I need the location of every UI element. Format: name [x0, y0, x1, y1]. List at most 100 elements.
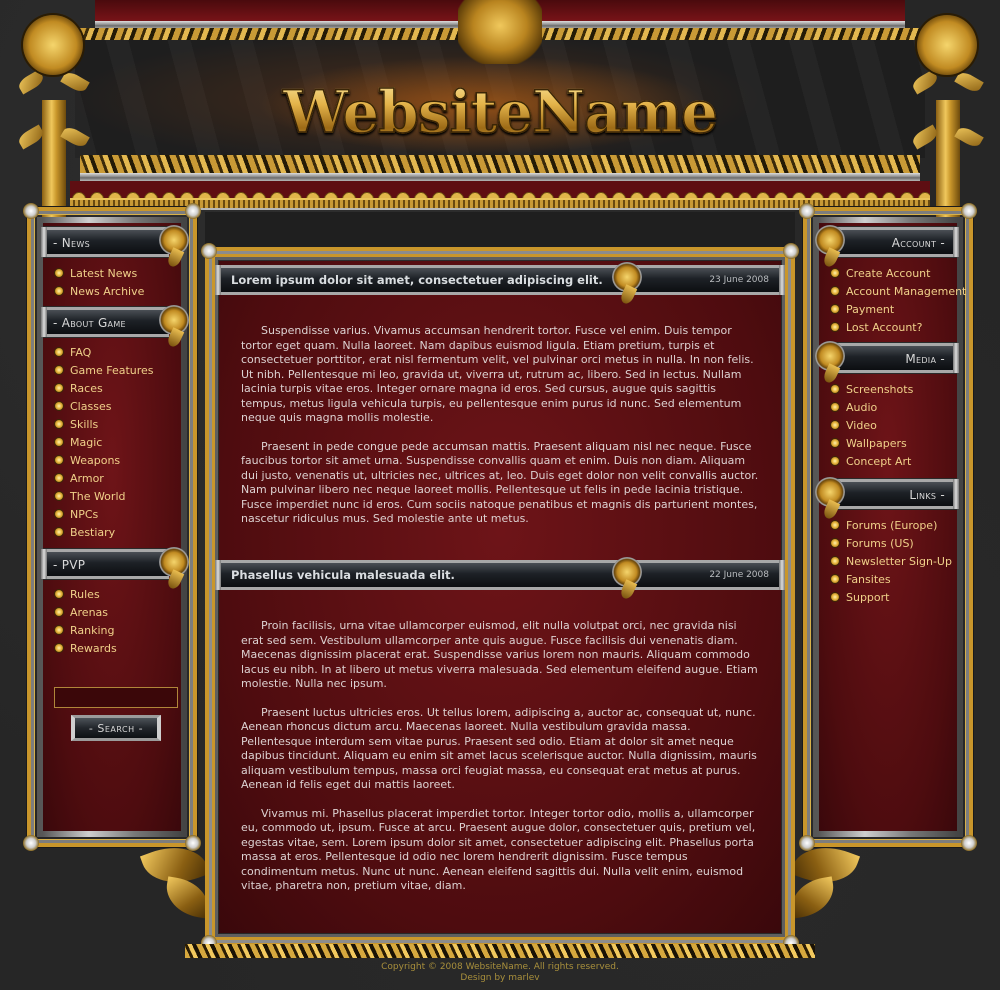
post-body: Suspendisse varius. Vivamus accumsan hen… [241, 324, 761, 541]
leaf-ornament-icon [60, 69, 90, 95]
post-title[interactable]: Phasellus vehicula malesuada elit. [231, 568, 455, 582]
bottom-ornament [185, 944, 815, 958]
bullet-icon [831, 539, 839, 547]
menu-item-create-account[interactable]: Create Account [831, 264, 966, 282]
bullet-icon [55, 420, 63, 428]
leaf-ornament-icon [16, 69, 46, 95]
footer: Copyright © 2008 WebsiteName. All rights… [0, 962, 1000, 984]
post-date: 22 June 2008 [709, 570, 769, 580]
bullet-icon [55, 528, 63, 536]
bullet-icon [55, 287, 63, 295]
menu-item-the-world[interactable]: The World [55, 487, 154, 505]
bullet-icon [55, 608, 63, 616]
corner-gem-icon [783, 243, 799, 259]
bullet-icon [831, 323, 839, 331]
menu-item-video[interactable]: Video [831, 416, 913, 434]
medallion-icon [917, 15, 977, 75]
menu-item-rules[interactable]: Rules [55, 585, 117, 603]
menu-item-armor[interactable]: Armor [55, 469, 154, 487]
section-header-about-game: - About Game [41, 307, 169, 337]
header-bottom-rail [80, 173, 920, 181]
main-top-gap [205, 212, 795, 248]
menu-item-audio[interactable]: Audio [831, 398, 913, 416]
menu-item-races[interactable]: Races [55, 379, 154, 397]
menu-about-game: FAQ Game Features Races Classes Skills M… [55, 343, 154, 541]
medallion-badge-icon [612, 262, 642, 292]
header-cap [953, 343, 959, 373]
menu-item-forums-europe[interactable]: Forums (Europe) [831, 516, 952, 534]
menu-pvp: Rules Arenas Ranking Rewards [55, 585, 117, 657]
menu-item-label: Support [846, 590, 890, 604]
section-title: - PVP [53, 558, 86, 572]
menu-item-label: Forums (US) [846, 536, 914, 550]
menu-item-classes[interactable]: Classes [55, 397, 154, 415]
section-title: Media - [905, 352, 945, 366]
corner-gem-icon [961, 203, 977, 219]
menu-item-faq[interactable]: FAQ [55, 343, 154, 361]
menu-item-npcs[interactable]: NPCs [55, 505, 154, 523]
menu-item-label: Rewards [70, 641, 117, 655]
menu-item-wallpapers[interactable]: Wallpapers [831, 434, 913, 452]
post-title[interactable]: Lorem ipsum dolor sit amet, consectetuer… [231, 273, 603, 287]
menu-item-skills[interactable]: Skills [55, 415, 154, 433]
medallion-badge-icon [612, 557, 642, 587]
menu-item-label: Payment [846, 302, 895, 316]
menu-item-forums-us[interactable]: Forums (US) [831, 534, 952, 552]
corner-gem-icon [799, 203, 815, 219]
menu-item-news-archive[interactable]: News Archive [55, 282, 144, 300]
menu-item-fansites[interactable]: Fansites [831, 570, 952, 588]
menu-item-ranking[interactable]: Ranking [55, 621, 117, 639]
menu-item-label: Video [846, 418, 877, 432]
menu-item-label: News Archive [70, 284, 145, 298]
menu-item-concept-art[interactable]: Concept Art [831, 452, 913, 470]
menu-item-label: Skills [70, 417, 99, 431]
medallion-badge-icon [159, 547, 189, 577]
menu-item-label: Bestiary [70, 525, 116, 539]
menu-links: Forums (Europe) Forums (US) Newsletter S… [831, 516, 952, 606]
bullet-icon [55, 510, 63, 518]
bullet-icon [55, 626, 63, 634]
menu-item-newsletter-signup[interactable]: Newsletter Sign-Up [831, 552, 952, 570]
post-paragraph: Praesent luctus ultricies eros. Ut tellu… [241, 705, 757, 792]
header-cap [41, 227, 47, 257]
bullet-icon [55, 384, 63, 392]
search-button[interactable]: - Search - [71, 715, 161, 741]
bullet-icon [831, 421, 839, 429]
bullet-icon [55, 644, 63, 652]
menu-item-support[interactable]: Support [831, 588, 952, 606]
main-panel: Lorem ipsum dolor sit amet, consectetuer… [215, 261, 785, 933]
menu-item-magic[interactable]: Magic [55, 433, 154, 451]
site-logo[interactable]: WebsiteName [260, 72, 740, 152]
menu-item-label: Account Management [846, 284, 967, 298]
menu-item-label: Game Features [70, 363, 154, 377]
main-frame: Lorem ipsum dolor sit amet, consectetuer… [201, 243, 799, 951]
bullet-icon [55, 269, 63, 277]
menu-item-account-management[interactable]: Account Management [831, 282, 966, 300]
bullet-icon [55, 348, 63, 356]
menu-item-latest-news[interactable]: Latest News [55, 264, 144, 282]
crest-ornament-icon [458, 0, 542, 64]
left-pillar-ornament [16, 0, 90, 225]
menu-item-payment[interactable]: Payment [831, 300, 966, 318]
menu-item-screenshots[interactable]: Screenshots [831, 380, 913, 398]
menu-item-weapons[interactable]: Weapons [55, 451, 154, 469]
menu-item-lost-account[interactable]: Lost Account? [831, 318, 966, 336]
bullet-icon [831, 557, 839, 565]
section-header-links: Links - [831, 479, 959, 509]
menu-item-label: Newsletter Sign-Up [846, 554, 952, 568]
menu-item-rewards[interactable]: Rewards [55, 639, 117, 657]
menu-item-label: Forums (Europe) [846, 518, 938, 532]
menu-item-bestiary[interactable]: Bestiary [55, 523, 154, 541]
section-title: Account - [891, 236, 945, 250]
corner-gem-icon [185, 203, 201, 219]
header-cap [779, 265, 785, 295]
left-sidebar: - News Latest News News Archive - About … [23, 203, 201, 851]
menu-item-game-features[interactable]: Game Features [55, 361, 154, 379]
post-paragraph: Suspendisse varius. Vivamus accumsan hen… [241, 324, 754, 424]
design-credit: Design by marlev [460, 973, 540, 983]
search-input[interactable] [54, 687, 178, 708]
bullet-icon [831, 457, 839, 465]
menu-item-label: Create Account [846, 266, 931, 280]
menu-item-arenas[interactable]: Arenas [55, 603, 117, 621]
header-cap [41, 549, 47, 579]
